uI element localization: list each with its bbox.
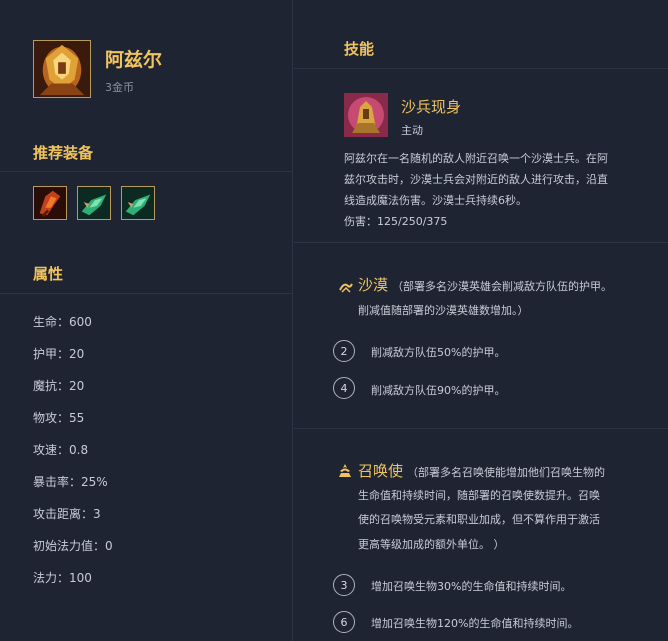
skill-description: 阿兹尔在一名随机的敌人附近召唤一个沙漠士兵。在阿 兹尔攻击时，沙漠士兵会对附近的…	[344, 148, 644, 211]
skill-type: 主动	[401, 124, 423, 137]
trait-description-line: 更高等级加成的额外单位。 ）	[358, 538, 505, 551]
champion-portrait	[33, 40, 91, 98]
stat-armor: 护甲：20	[33, 347, 85, 361]
stats-title: 属性	[33, 265, 64, 283]
trait-description-line: （部署多名召唤使能增加他们召唤生物的	[407, 466, 606, 479]
skill-description-line: 兹尔攻击时，沙漠士兵会对附近的敌人进行攻击，沿直	[344, 173, 608, 186]
stat-mana: 法力：100	[33, 571, 92, 585]
trait-name: 召唤使	[358, 462, 404, 480]
champion-name: 阿兹尔	[105, 49, 163, 71]
divider	[0, 293, 293, 294]
tier-count-badge: 6	[333, 611, 355, 633]
green-item-icon	[78, 187, 110, 219]
divider	[294, 68, 668, 69]
green-item-icon	[122, 187, 154, 219]
item-slot-3[interactable]	[121, 186, 155, 220]
trait-description-line: 使的召唤物受元素和职业加成，但不算作用于激活	[358, 513, 600, 526]
tier-description: 削减敌方队伍90%的护甲。	[371, 384, 506, 397]
skill-description-line: 阿兹尔在一名随机的敌人附近召唤一个沙漠士兵。在阿	[344, 152, 608, 165]
skill-damage: 伤害：125/250/375	[344, 215, 448, 228]
champion-info-panel: 阿兹尔 3金币 推荐装备 属性 生命：600 护甲：20 魔抗：20 物攻：55…	[0, 0, 293, 641]
stat-attack-range: 攻击距离：3	[33, 507, 101, 521]
red-item-icon	[34, 187, 66, 219]
desert-icon	[338, 278, 354, 294]
skill-name: 沙兵现身	[401, 98, 462, 116]
tier-count-badge: 3	[333, 574, 355, 596]
stat-magic-resist: 魔抗：20	[33, 379, 85, 393]
tier-description: 增加召唤生物120%的生命值和持续时间。	[371, 617, 579, 630]
summoner-icon	[337, 463, 353, 479]
trait-name: 沙漠	[358, 276, 389, 294]
stat-crit-rate: 暴击率：25%	[33, 475, 108, 489]
divider	[294, 428, 668, 429]
champion-cost: 3金币	[105, 81, 134, 94]
trait-summoner-header: 召唤使 （部署多名召唤使能增加他们召唤生物的	[358, 460, 605, 484]
skill-title: 技能	[344, 40, 375, 58]
skill-description-line: 线造成魔法伤害。沙漠士兵持续6秒。	[344, 194, 527, 207]
trait-description-line: 削减值随部署的沙漠英雄数增加。）	[358, 304, 529, 317]
stat-health: 生命：600	[33, 315, 92, 329]
tier-description: 增加召唤生物30%的生命值和持续时间。	[371, 580, 572, 593]
stat-attack-damage: 物攻：55	[33, 411, 85, 425]
trait-desert-header: 沙漠 （部署多名沙漠英雄会削减敌方队伍的护甲。	[358, 274, 612, 298]
divider	[294, 242, 668, 243]
trait-description-line: 生命值和持续时间，随部署的召唤使数提升。召唤	[358, 489, 600, 502]
sand-soldier-icon	[344, 93, 388, 137]
stat-attack-speed: 攻速：0.8	[33, 443, 89, 457]
skill-icon	[344, 93, 388, 137]
recommended-items-title: 推荐装备	[33, 144, 94, 162]
item-slot-2[interactable]	[77, 186, 111, 220]
trait-description-line: （部署多名沙漠英雄会削减敌方队伍的护甲。	[392, 280, 613, 293]
tier-description: 削减敌方队伍50%的护甲。	[371, 346, 506, 359]
tier-count-badge: 2	[333, 340, 355, 362]
divider	[0, 171, 293, 172]
stat-starting-mana: 初始法力值：0	[33, 539, 113, 553]
tier-count-badge: 4	[333, 377, 355, 399]
azir-portrait-icon	[34, 41, 90, 97]
item-slot-1[interactable]	[33, 186, 67, 220]
